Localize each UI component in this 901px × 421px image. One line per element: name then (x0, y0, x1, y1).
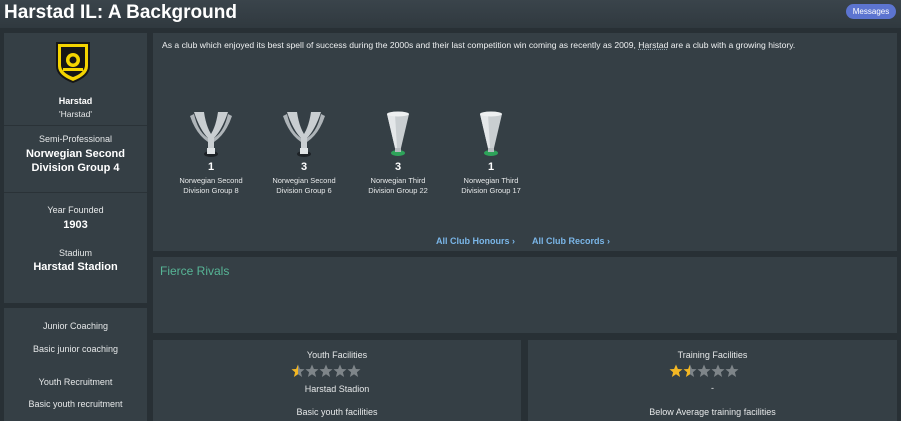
star-empty-icon (711, 364, 725, 377)
page-title: Harstad IL: A Background (4, 2, 237, 23)
all-club-honours-link[interactable]: All Club Honours › (436, 236, 515, 246)
star-empty-icon (697, 364, 711, 377)
divider (4, 192, 147, 193)
star-empty-icon (725, 364, 739, 377)
all-club-honours-label: All Club Honours (436, 236, 510, 246)
year-founded-label: Year Founded (47, 205, 104, 215)
page-header: Harstad IL: A Background Messages (0, 0, 901, 28)
club-nickname: 'Harstad' (58, 109, 92, 119)
divider (4, 125, 147, 126)
silver-trophy-green-base-icon (480, 111, 502, 156)
all-club-records-label: All Club Records (532, 236, 605, 246)
trophy-name-line: Norwegian Third (463, 176, 519, 185)
trophy-count: 1 (487, 161, 495, 173)
star-empty-icon (347, 364, 361, 377)
youth-recruitment-label: Youth Recruitment (38, 377, 113, 387)
training-facilities-description: Below Average training facilities (649, 407, 776, 417)
trophy-name: Norwegian Third Division Group 17 (436, 176, 546, 196)
fierce-rivals-panel (153, 257, 897, 333)
club-history-description: As a club which enjoyed its best spell o… (162, 40, 892, 50)
youth-facilities-rating (291, 364, 361, 383)
messages-button[interactable]: Messages (846, 4, 896, 19)
description-text: are a club with a growing history. (668, 40, 796, 50)
stadium-value: Harstad Stadion (33, 261, 118, 273)
star-empty-icon (319, 364, 333, 377)
star-half-icon (291, 364, 305, 377)
trophy-item[interactable]: 1 Norwegian Third Division Group 17 (436, 108, 546, 196)
silver-cup-icon (283, 112, 325, 157)
club-name: Harstad (58, 96, 93, 106)
club-crest-icon (56, 42, 90, 84)
chevron-right-icon: › (512, 236, 516, 246)
star-full-icon (669, 364, 683, 377)
fierce-rivals-title: Fierce Rivals (160, 264, 230, 278)
youth-recruitment-value: Basic youth recruitment (28, 399, 123, 409)
trophy-name-line: Division Group 17 (461, 186, 521, 195)
club-status: Semi-Professional (38, 134, 113, 144)
training-facilities-title: Training Facilities (677, 350, 748, 360)
star-empty-icon (305, 364, 319, 377)
club-name-link[interactable]: Harstad (638, 40, 668, 50)
chevron-right-icon: › (607, 236, 611, 246)
silver-cup-icon (190, 112, 232, 157)
club-league: Norwegian Second Division Group 4 (25, 148, 126, 174)
year-founded-value: 1903 (63, 219, 88, 231)
star-empty-icon (333, 364, 347, 377)
description-text: As a club which enjoyed its best spell o… (162, 40, 639, 50)
all-club-records-link[interactable]: All Club Records › (532, 236, 610, 246)
training-facilities-subtext: - (711, 383, 714, 393)
silver-trophy-green-base-icon (387, 111, 409, 156)
junior-coaching-label: Junior Coaching (42, 321, 109, 331)
training-facilities-rating (669, 364, 739, 383)
star-half-icon (683, 364, 697, 377)
youth-facilities-description: Basic youth facilities (296, 407, 378, 417)
youth-facilities-stadium: Harstad Stadion (304, 384, 370, 394)
stadium-label: Stadium (58, 248, 93, 258)
junior-coaching-value: Basic junior coaching (32, 344, 119, 354)
youth-facilities-title: Youth Facilities (306, 350, 368, 360)
